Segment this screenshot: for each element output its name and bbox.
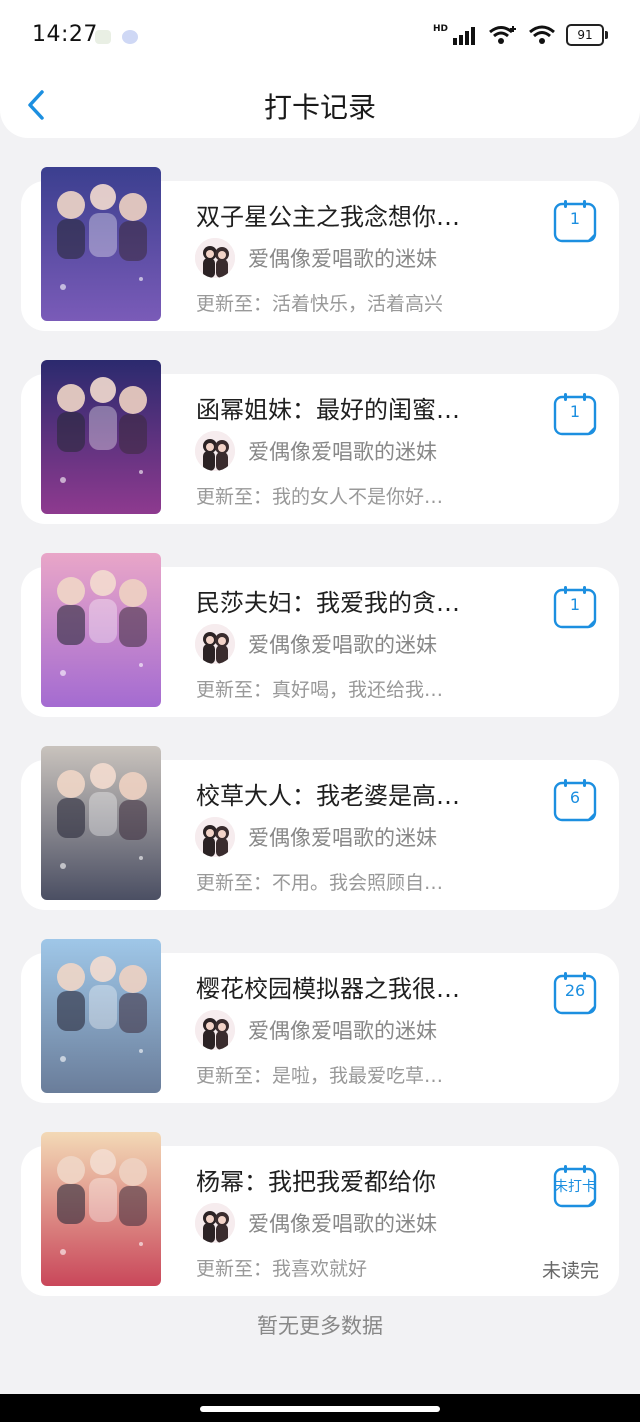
checkin-count: 1 [569, 209, 581, 228]
avatar [195, 431, 235, 471]
book-card[interactable]: 校草大人：我老婆是高… 爱偶像爱唱歌的迷妹 更新至：不用。我会照顾自… 6 [21, 746, 619, 910]
book-card[interactable]: 杨幂：我把我爱都给你 爱偶像爱唱歌的迷妹 更新至：我喜欢就好 未打卡 未读完 [21, 1132, 619, 1296]
book-card[interactable]: 函幂姐妹：最好的闺蜜… 爱偶像爱唱歌的迷妹 更新至：我的女人不是你好… 1 [21, 360, 619, 524]
home-indicator[interactable] [200, 1406, 440, 1412]
book-cover[interactable] [41, 167, 161, 321]
checkin-count: 未打卡 [554, 1179, 596, 1195]
read-status: 未读完 [541, 1260, 599, 1282]
checkin-calendar-button[interactable]: 1 [553, 392, 597, 436]
page-title: 打卡记录 [263, 91, 376, 124]
author-name: 爱偶像爱唱歌的迷妹 [248, 1212, 437, 1236]
checkin-calendar-button[interactable]: 6 [553, 778, 597, 822]
avatar [195, 238, 235, 278]
notification-app-icon [95, 30, 111, 44]
latest-update-text: 更新至：真好喝，我还给我… [196, 679, 444, 701]
book-title[interactable]: 民莎夫妇：我爱我的贪… [196, 583, 496, 618]
latest-update-text: 更新至：我喜欢就好 [196, 1258, 368, 1280]
system-nav-bar [0, 1394, 640, 1422]
status-bar: 14:27 HD 91 [0, 0, 640, 70]
no-more-data-text: 暂无更多数据 [257, 1314, 383, 1338]
book-card[interactable]: 双子星公主之我念想你… 爱偶像爱唱歌的迷妹 更新至：活着快乐，活着高兴 1 [21, 167, 619, 331]
checkin-count: 6 [569, 788, 581, 807]
checkin-calendar-button[interactable]: 未打卡 [553, 1164, 597, 1208]
status-icons: HD 91 [432, 23, 608, 46]
author-name: 爱偶像爱唱歌的迷妹 [248, 826, 437, 850]
author-row: 爱偶像爱唱歌的迷妹 [195, 816, 437, 858]
avatar [195, 1010, 235, 1050]
book-title[interactable]: 校草大人：我老婆是高… [196, 776, 496, 811]
checkin-count: 1 [569, 595, 581, 614]
author-row: 爱偶像爱唱歌的迷妹 [195, 623, 437, 665]
book-cover[interactable] [41, 1132, 161, 1286]
author-name: 爱偶像爱唱歌的迷妹 [248, 1019, 437, 1043]
checkin-calendar-button[interactable]: 26 [553, 971, 597, 1015]
book-cover[interactable] [41, 939, 161, 1093]
book-cover[interactable] [41, 360, 161, 514]
avatar [195, 624, 235, 664]
author-name: 爱偶像爱唱歌的迷妹 [248, 247, 437, 271]
latest-update-text: 更新至：我的女人不是你好… [196, 486, 444, 508]
signal-icon [453, 27, 475, 45]
checkin-count: 26 [564, 981, 586, 1000]
latest-update-text: 更新至：不用。我会照顾自… [196, 872, 444, 894]
book-title[interactable]: 函幂姐妹：最好的闺蜜… [196, 390, 496, 425]
battery-icon: 91 [566, 24, 608, 46]
wifi-icon [529, 25, 555, 44]
notification-app-icon [122, 30, 138, 44]
checkin-calendar-button[interactable]: 1 [553, 585, 597, 629]
author-row: 爱偶像爱唱歌的迷妹 [195, 1202, 437, 1244]
book-cover[interactable] [41, 553, 161, 707]
author-row: 爱偶像爱唱歌的迷妹 [195, 237, 437, 279]
status-time: 14:27 [32, 22, 98, 47]
checkin-calendar-button[interactable]: 1 [553, 199, 597, 243]
wifi-plus-icon [489, 26, 516, 44]
hd-label: HD [432, 23, 448, 34]
battery-level: 91 [577, 28, 593, 42]
checkin-count: 1 [569, 402, 581, 421]
author-name: 爱偶像爱唱歌的迷妹 [248, 440, 437, 464]
author-name: 爱偶像爱唱歌的迷妹 [248, 633, 437, 657]
book-title[interactable]: 樱花校园模拟器之我很… [196, 969, 496, 1004]
book-title[interactable]: 双子星公主之我念想你… [196, 197, 496, 232]
avatar [195, 1203, 235, 1243]
nav-bar: 打卡记录 [0, 70, 640, 138]
author-row: 爱偶像爱唱歌的迷妹 [195, 1009, 437, 1051]
book-card[interactable]: 民莎夫妇：我爱我的贪… 爱偶像爱唱歌的迷妹 更新至：真好喝，我还给我… 1 [21, 553, 619, 717]
latest-update-text: 更新至：活着快乐，活着高兴 [196, 293, 444, 315]
avatar [195, 817, 235, 857]
latest-update-text: 更新至：是啦，我最爱吃草… [196, 1065, 444, 1087]
book-card[interactable]: 樱花校园模拟器之我很… 爱偶像爱唱歌的迷妹 更新至：是啦，我最爱吃草… 26 [21, 939, 619, 1103]
author-row: 爱偶像爱唱歌的迷妹 [195, 430, 437, 472]
book-cover[interactable] [41, 746, 161, 900]
book-title[interactable]: 杨幂：我把我爱都给你 [196, 1162, 496, 1197]
